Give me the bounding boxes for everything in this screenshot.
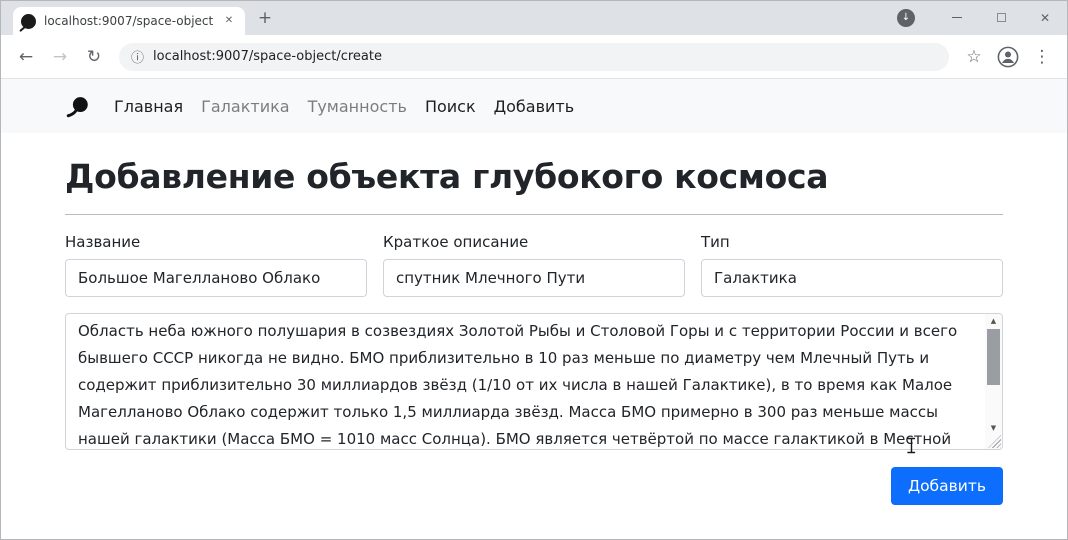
maximize-button[interactable] bbox=[979, 1, 1023, 34]
page-info-icon[interactable]: ⓘ bbox=[131, 47, 144, 66]
reload-icon[interactable]: ↻ bbox=[79, 42, 109, 72]
maximize-icon bbox=[997, 13, 1006, 22]
browser-toolbar: ← → ↻ ⓘ localhost:9007/space-object/crea… bbox=[1, 35, 1067, 79]
submit-button[interactable]: Добавить bbox=[891, 467, 1003, 505]
nav-link-home[interactable]: Главная bbox=[105, 89, 192, 124]
short-description-input[interactable] bbox=[383, 259, 685, 297]
tab-close-icon[interactable]: ✕ bbox=[221, 13, 237, 29]
type-input[interactable] bbox=[701, 259, 1003, 297]
brand-logo[interactable] bbox=[65, 93, 91, 119]
browser-tab[interactable]: localhost:9007/space-object/cre ✕ bbox=[13, 7, 245, 35]
form-fields-row: Название Краткое описание Тип bbox=[65, 233, 1003, 297]
type-label: Тип bbox=[701, 233, 1003, 251]
back-icon[interactable]: ← bbox=[11, 42, 41, 72]
scrollbar-track[interactable] bbox=[985, 328, 1002, 421]
profile-avatar-icon[interactable] bbox=[993, 42, 1023, 72]
window-controls: ✕ bbox=[935, 1, 1067, 34]
scroll-down-icon[interactable]: ▼ bbox=[985, 421, 1002, 435]
field-short-description: Краткое описание bbox=[383, 233, 685, 297]
bookmark-star-icon[interactable]: ☆ bbox=[959, 42, 989, 72]
field-name: Название bbox=[65, 233, 367, 297]
field-type: Тип bbox=[701, 233, 1003, 297]
name-label: Название bbox=[65, 233, 367, 251]
form-actions: Добавить bbox=[65, 467, 1003, 505]
description-textarea[interactable]: Область неба южного полушария в созвезди… bbox=[65, 313, 1003, 450]
nav-link-nebula[interactable]: Туманность bbox=[299, 89, 416, 124]
close-button[interactable]: ✕ bbox=[1023, 1, 1067, 34]
tab-strip: localhost:9007/space-object/cre ✕ + ↓ ✕ bbox=[1, 1, 1067, 35]
page-title: Добавление объекта глубокого космоса bbox=[65, 157, 1003, 196]
address-url: localhost:9007/space-object/create bbox=[153, 49, 382, 64]
tab-title: localhost:9007/space-object/cre bbox=[44, 14, 213, 28]
forward-icon[interactable]: → bbox=[45, 42, 75, 72]
site-navbar: Главная Галактика Туманность Поиск Добав… bbox=[1, 79, 1067, 133]
browser-menu-icon[interactable]: ⋮ bbox=[1027, 42, 1057, 72]
close-icon: ✕ bbox=[1040, 11, 1050, 25]
nav-link-galaxy[interactable]: Галактика bbox=[192, 89, 298, 124]
browser-update-icon[interactable]: ↓ bbox=[897, 9, 915, 27]
nav-link-add[interactable]: Добавить bbox=[485, 89, 584, 124]
name-input[interactable] bbox=[65, 259, 367, 297]
address-bar[interactable]: ⓘ localhost:9007/space-object/create bbox=[119, 43, 949, 71]
minimize-button[interactable] bbox=[935, 1, 979, 34]
description-wrap: Область неба южного полушария в созвезди… bbox=[65, 313, 1003, 450]
textarea-scrollbar[interactable]: ▲ ▼ bbox=[985, 314, 1002, 449]
scrollbar-thumb[interactable] bbox=[987, 329, 1000, 385]
text-cursor-pointer bbox=[906, 437, 917, 458]
browser-window: localhost:9007/space-object/cre ✕ + ↓ ✕ … bbox=[0, 0, 1068, 540]
short-description-label: Краткое описание bbox=[383, 233, 685, 251]
divider bbox=[65, 214, 1003, 215]
scroll-up-icon[interactable]: ▲ bbox=[985, 314, 1002, 328]
resize-grip-icon[interactable] bbox=[985, 435, 1001, 448]
site-favicon-icon bbox=[21, 14, 36, 29]
nav-link-search[interactable]: Поиск bbox=[416, 89, 485, 124]
new-tab-button[interactable]: + bbox=[255, 8, 275, 28]
minimize-icon bbox=[952, 17, 962, 18]
